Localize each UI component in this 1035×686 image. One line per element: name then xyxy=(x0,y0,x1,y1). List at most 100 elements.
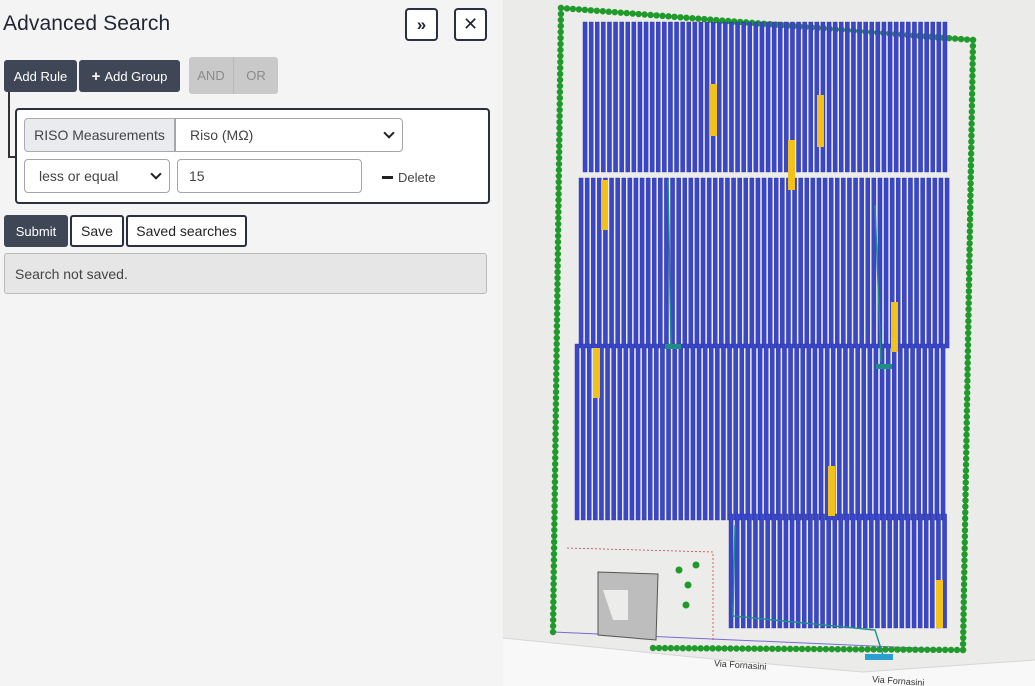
hedge-shrub xyxy=(959,646,967,654)
hedge-shrub xyxy=(553,328,561,336)
hedge-shrub xyxy=(964,347,972,355)
site-map[interactable]: Via Fornasini Via Fornasini xyxy=(503,0,1035,686)
add-group-button[interactable]: + Add Group xyxy=(79,60,180,92)
hedge-shrub xyxy=(967,204,974,211)
solar-panel-row xyxy=(782,343,787,521)
hedge-shrub xyxy=(963,413,971,420)
solar-panel-row xyxy=(826,21,832,173)
hedge-shrub xyxy=(966,258,973,265)
hedge-shrub xyxy=(551,496,558,504)
solar-panel-row xyxy=(692,21,698,173)
solar-panel-row xyxy=(851,21,856,173)
solar-panel-row xyxy=(814,513,819,629)
solar-panel-row xyxy=(759,21,765,173)
solar-panel-row xyxy=(747,21,752,173)
solar-panel-row xyxy=(651,177,657,349)
hedge-shrub xyxy=(557,64,564,72)
hedge-shrub xyxy=(965,323,972,331)
solar-panel-row xyxy=(700,177,706,349)
hedge-shrub xyxy=(967,168,975,175)
solar-panel-row xyxy=(588,21,594,173)
close-panel-button[interactable]: ✕ xyxy=(454,8,487,41)
solar-panel-row xyxy=(810,177,816,349)
hedge-shrub xyxy=(960,622,967,630)
solar-panel-row xyxy=(731,177,736,349)
hedge-shrub xyxy=(550,592,557,600)
hedge-shrub xyxy=(965,270,973,277)
add-rule-button[interactable]: Add Rule xyxy=(4,60,77,92)
solar-panel-row xyxy=(843,343,848,521)
hedge-shrub xyxy=(757,645,764,652)
solar-panel-row xyxy=(859,177,864,349)
hedge-shrub xyxy=(635,10,642,18)
hedge-shrub xyxy=(966,228,974,235)
hedge-shrub xyxy=(810,645,818,653)
hedge-shrub xyxy=(960,592,968,600)
solar-panel-row xyxy=(863,21,868,173)
hedge-shrub xyxy=(552,388,560,396)
solar-panel-row xyxy=(837,343,842,521)
hedge-shrub xyxy=(968,96,976,104)
value-input[interactable] xyxy=(177,159,362,193)
hedge-shrub xyxy=(550,586,557,594)
hedge-shrub xyxy=(557,4,565,12)
highlighted-string xyxy=(936,580,943,628)
solar-panel-row xyxy=(881,21,887,173)
close-icon: ✕ xyxy=(462,14,479,34)
hedge-shrub xyxy=(816,645,824,653)
hedge-shrub xyxy=(964,341,972,349)
hedge-shrub xyxy=(701,15,708,23)
hedge-shrub xyxy=(552,424,559,432)
delete-rule-button[interactable]: Delete xyxy=(382,170,436,185)
hedge-shrub xyxy=(556,76,564,84)
solar-panel-row xyxy=(881,513,886,629)
solar-panel-row xyxy=(774,177,779,349)
save-button[interactable]: Save xyxy=(70,215,124,247)
solar-panel-row xyxy=(944,177,950,349)
hedge-shrub xyxy=(667,644,675,652)
hedge-shrub xyxy=(947,646,955,654)
hedge-shrub xyxy=(550,562,558,570)
save-status-message: Search not saved. xyxy=(4,253,487,294)
solar-panel-row xyxy=(839,21,844,173)
hedge-shrub xyxy=(554,232,562,240)
saved-searches-button[interactable]: Saved searches xyxy=(126,215,247,247)
solar-panel-row xyxy=(597,177,602,349)
solar-panel-row xyxy=(795,513,801,629)
hedge-shrub xyxy=(551,508,558,516)
solar-panel-row xyxy=(580,343,586,521)
field-select[interactable]: Riso (MΩ) xyxy=(175,118,403,152)
solar-panel-row xyxy=(902,177,907,349)
hedge-shrub xyxy=(556,70,564,78)
highlighted-string xyxy=(828,466,835,516)
hedge-shrub xyxy=(552,430,559,438)
hedge-shrub xyxy=(555,214,562,222)
solar-panel-row xyxy=(816,177,822,349)
submit-button[interactable]: Submit xyxy=(4,215,68,247)
solar-panel-row xyxy=(719,177,724,349)
operator-select[interactable]: less or equal xyxy=(24,159,170,193)
solar-panel-row xyxy=(777,513,783,629)
solar-panel-row xyxy=(869,513,874,629)
hedge-shrub xyxy=(629,10,636,17)
hedge-shrub xyxy=(804,645,812,653)
and-button[interactable]: AND xyxy=(189,57,233,94)
hedge-shrub xyxy=(557,10,565,18)
solar-panel-row xyxy=(917,513,923,629)
hedge-shrub xyxy=(969,72,976,80)
expand-panel-button[interactable]: » xyxy=(405,8,438,41)
solar-panel-row xyxy=(763,343,769,521)
hedge-shrub xyxy=(593,7,601,14)
solar-panel-row xyxy=(672,343,677,521)
hedge-shrub xyxy=(966,246,973,253)
solar-panel-row xyxy=(904,343,909,521)
hedge-shrub xyxy=(964,329,972,337)
tree xyxy=(692,561,700,569)
or-button[interactable]: OR xyxy=(233,57,278,94)
hedge-shrub xyxy=(968,120,975,127)
solar-panel-row xyxy=(721,343,726,521)
solar-panel-row xyxy=(784,21,789,173)
hedge-shrub xyxy=(552,382,560,390)
hedge-shrub xyxy=(641,11,648,18)
hedge-shrub xyxy=(709,645,716,652)
